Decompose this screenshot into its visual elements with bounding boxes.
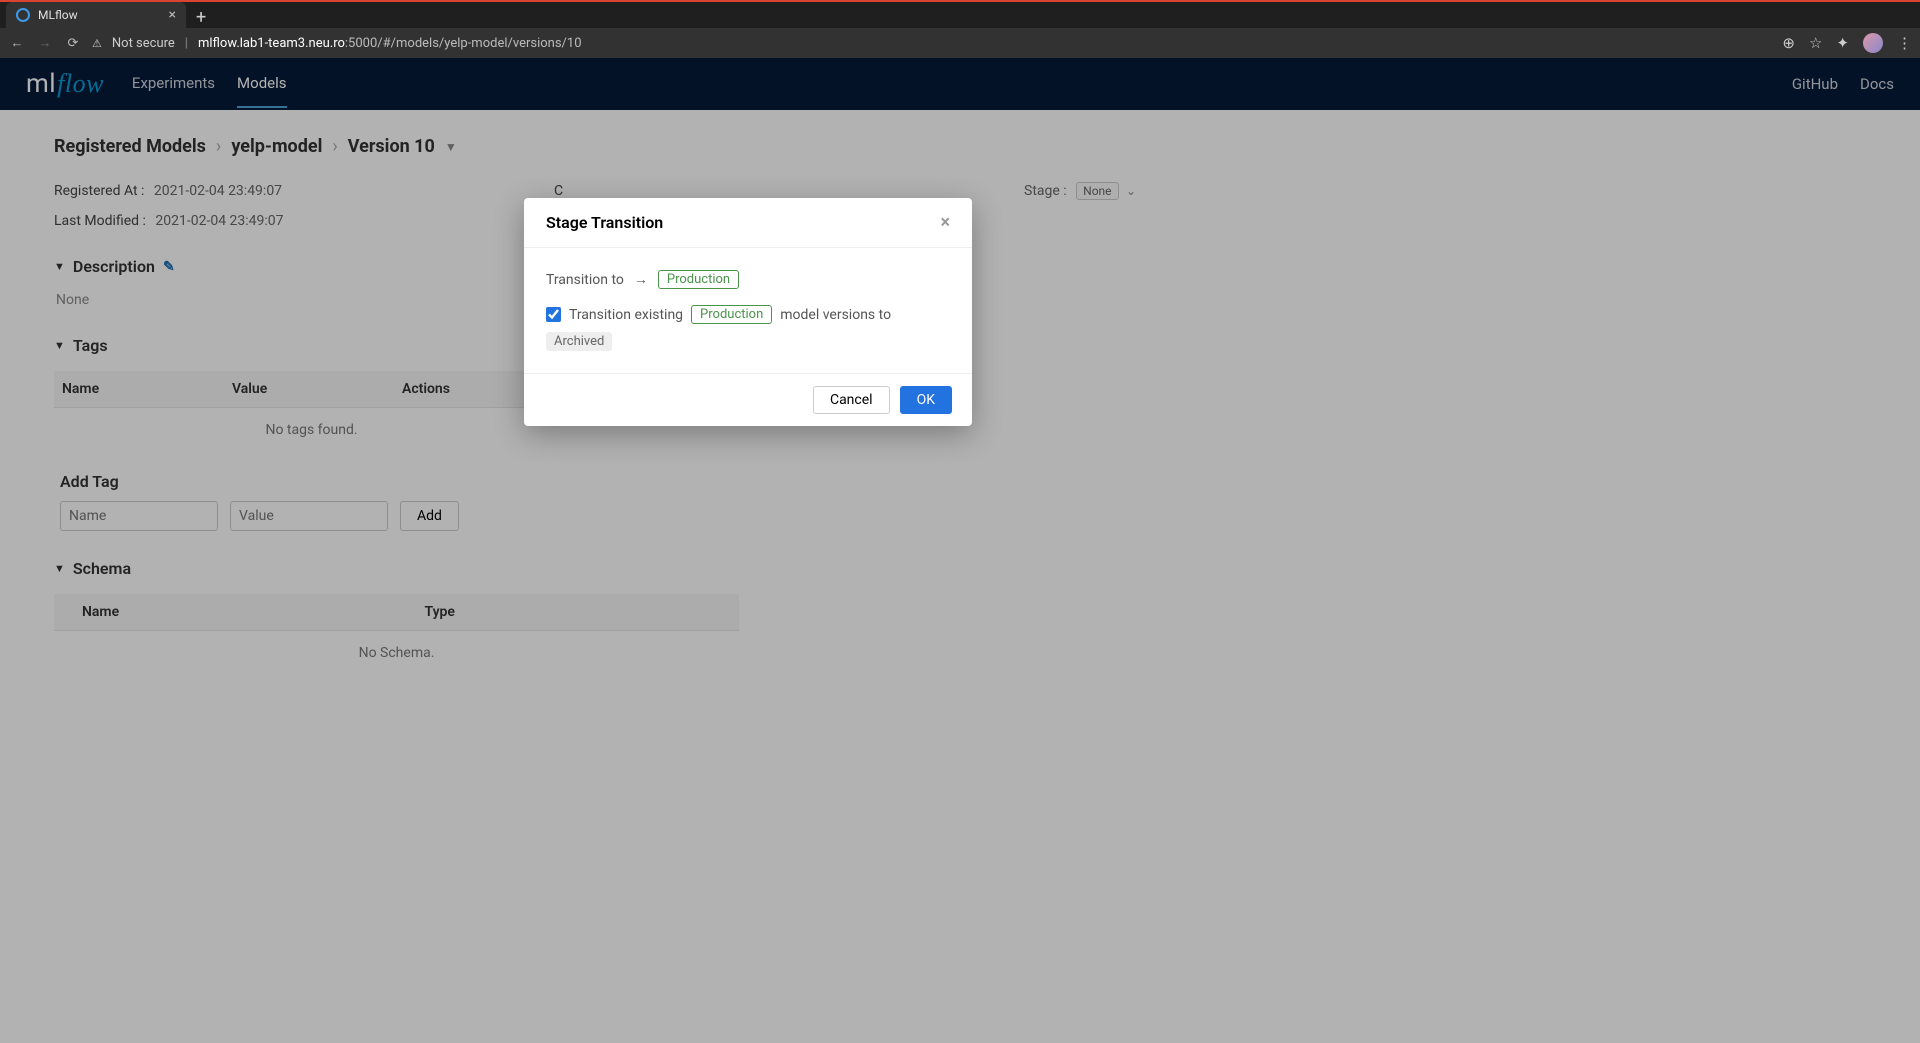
cb-text-2: model versions to: [780, 307, 891, 323]
transition-to-label: Transition to: [546, 272, 624, 288]
url-domain: mlflow.lab1-team3.neu.ro: [198, 36, 345, 51]
url-display[interactable]: mlflow.lab1-team3.neu.ro:5000/#/models/y…: [198, 36, 582, 51]
close-tab-icon[interactable]: ×: [169, 7, 176, 23]
profile-avatar-icon[interactable]: [1863, 33, 1883, 53]
close-icon[interactable]: ×: [940, 212, 950, 233]
address-bar: ← → ⟳ ⚠ Not secure | mlflow.lab1-team3.n…: [0, 28, 1920, 58]
arrow-right-icon: →: [634, 271, 648, 288]
zoom-icon[interactable]: ⊕: [1782, 34, 1795, 52]
cb-text-1: Transition existing: [569, 307, 683, 323]
browser-tab[interactable]: MLflow ×: [6, 2, 186, 28]
bookmark-icon[interactable]: ☆: [1809, 34, 1822, 52]
new-tab-button[interactable]: +: [186, 7, 216, 28]
cancel-button[interactable]: Cancel: [813, 386, 890, 414]
not-secure-icon[interactable]: ⚠: [92, 37, 102, 50]
archived-chip: Archived: [546, 332, 612, 351]
browser-tab-bar: MLflow × +: [0, 0, 1920, 28]
extensions-icon[interactable]: ✦: [1836, 34, 1849, 52]
archive-existing-checkbox[interactable]: [546, 307, 561, 322]
existing-stage-chip: Production: [691, 305, 772, 324]
back-icon[interactable]: ←: [8, 35, 26, 51]
url-path: :5000/#/models/yelp-model/versions/10: [345, 36, 582, 51]
tab-title: MLflow: [38, 8, 78, 22]
target-stage-chip: Production: [658, 270, 739, 289]
mlflow-favicon-icon: [16, 8, 30, 22]
not-secure-label: Not secure: [112, 36, 175, 51]
browser-menu-icon[interactable]: ⋮: [1897, 34, 1912, 52]
forward-icon[interactable]: →: [36, 35, 54, 51]
modal-title: Stage Transition: [546, 213, 663, 232]
ok-button[interactable]: OK: [900, 386, 952, 414]
reload-icon[interactable]: ⟳: [64, 36, 82, 51]
stage-transition-modal: Stage Transition × Transition to → Produ…: [524, 198, 972, 426]
